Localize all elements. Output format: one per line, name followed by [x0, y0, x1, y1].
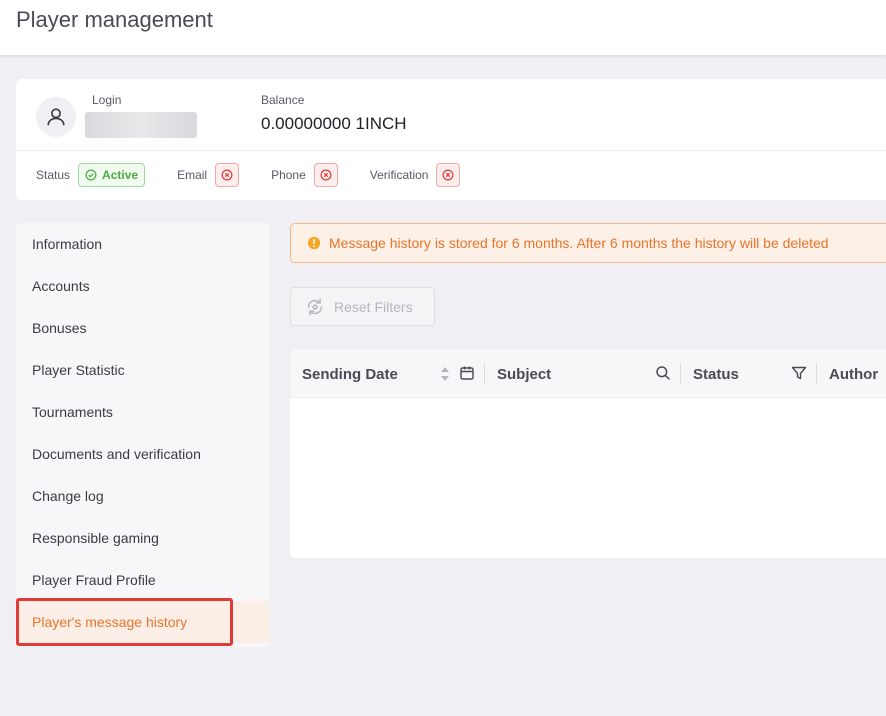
sidebar-item-information[interactable]: Information: [16, 223, 270, 265]
sidebar-item-change-log[interactable]: Change log: [16, 475, 270, 517]
avatar: [36, 97, 76, 137]
sidebar-item-player-statistic[interactable]: Player Statistic: [16, 349, 270, 391]
x-circle-icon: [221, 169, 233, 181]
verification-status-badge: [436, 163, 461, 187]
column-header-status[interactable]: Status: [693, 350, 739, 398]
sidebar-item-player-fraud-profile[interactable]: Player Fraud Profile: [16, 559, 270, 601]
reset-filters-button[interactable]: Reset Filters: [290, 287, 435, 326]
top-header: Player management: [0, 0, 886, 55]
balance-value: 0.00000000 1INCH: [261, 114, 407, 133]
reset-filters-label: Reset Filters: [334, 298, 413, 315]
phone-label: Phone: [271, 168, 306, 182]
sort-icon[interactable]: [440, 365, 450, 383]
x-circle-icon: [443, 169, 454, 181]
status-label: Status: [36, 168, 71, 182]
refresh-icon: [307, 297, 323, 316]
filter-icon[interactable]: [791, 365, 807, 381]
page-title: Player management: [16, 7, 213, 32]
status-badge-label: Active: [102, 168, 139, 182]
sidebar-item-bonuses[interactable]: Bonuses: [16, 307, 270, 349]
login-value-redacted: [85, 112, 197, 138]
retention-alert: Message history is stored for 6 months. …: [290, 223, 886, 263]
sidebar-item-documents-and-verification[interactable]: Documents and verification: [16, 433, 270, 475]
login-label: Login: [92, 93, 122, 107]
calendar-icon[interactable]: [459, 365, 475, 381]
warning-circle-icon: [307, 236, 321, 250]
table-header: Sending Date Subject Status Author: [290, 350, 886, 398]
email-status-badge: [215, 163, 240, 187]
sidebar-item-responsible-gaming[interactable]: Responsible gaming: [16, 517, 270, 559]
balance-label: Balance: [261, 93, 305, 107]
player-sidebar-nav: Information Accounts Bonuses Player Stat…: [16, 223, 270, 647]
player-summary-card: Login Balance 0.00000000 1INCH Status Ac…: [16, 79, 886, 200]
alert-text: Message history is stored for 6 months. …: [329, 235, 829, 251]
user-icon: [47, 108, 65, 126]
phone-status-badge: [313, 163, 338, 187]
column-header-sending-date[interactable]: Sending Date: [302, 350, 398, 398]
status-row: Status Active Email Phone Verification: [36, 163, 461, 187]
check-circle-icon: [85, 169, 97, 181]
email-label: Email: [177, 168, 208, 182]
x-circle-icon: [320, 169, 332, 181]
sidebar-item-accounts[interactable]: Accounts: [16, 265, 270, 307]
search-icon[interactable]: [655, 365, 671, 381]
column-header-author[interactable]: Author: [829, 350, 878, 398]
column-header-subject[interactable]: Subject: [497, 350, 551, 398]
sidebar-item-tournaments[interactable]: Tournaments: [16, 391, 270, 433]
status-badge: Active: [78, 163, 146, 187]
selection-highlight-box: [16, 598, 233, 646]
card-divider: [16, 150, 886, 151]
message-history-table: Sending Date Subject Status Author: [290, 350, 886, 558]
verification-label: Verification: [369, 168, 429, 182]
